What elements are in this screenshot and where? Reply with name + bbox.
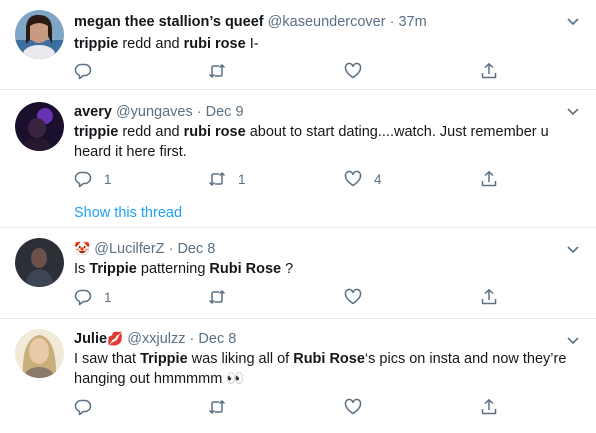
- text-bold: trippie: [74, 36, 119, 52]
- reply-button[interactable]: [74, 62, 104, 80]
- share-icon: [481, 399, 497, 415]
- retweet-icon: [208, 290, 226, 304]
- text-bold: Trippie: [89, 261, 137, 277]
- lips-icon: 💋: [107, 331, 124, 346]
- like-button[interactable]: [344, 398, 374, 416]
- handle[interactable]: @kaseundercover: [268, 14, 386, 30]
- text: redd and: [118, 36, 184, 52]
- avatar[interactable]: [15, 10, 64, 59]
- reply-icon: [74, 63, 92, 80]
- tweet-text: I saw that Trippie was liking all of Rub…: [74, 349, 580, 389]
- like-count: 4: [374, 171, 382, 187]
- share-icon: [481, 63, 497, 79]
- separator: ·: [189, 331, 195, 347]
- display-name[interactable]: avery: [74, 104, 112, 120]
- text-bold: rubi rose: [183, 36, 246, 52]
- text: redd and: [118, 124, 184, 140]
- heart-icon: [344, 288, 362, 305]
- retweet-button[interactable]: [208, 288, 238, 306]
- display-name[interactable]: megan thee stallion’s queef: [74, 14, 264, 30]
- retweet-button[interactable]: [208, 62, 238, 80]
- handle[interactable]: @xxjulzz: [127, 331, 185, 347]
- text: Is: [74, 261, 90, 277]
- reply-button[interactable]: 1: [74, 170, 112, 188]
- display-name[interactable]: Julie: [74, 331, 107, 347]
- chevron-down-icon[interactable]: [566, 104, 580, 118]
- timestamp[interactable]: Dec 8: [198, 331, 236, 347]
- tweet-actions: 1: [74, 288, 514, 308]
- text: ?: [281, 261, 294, 277]
- tweet-header: Julie💋 @xxjulzz · Dec 8: [74, 330, 236, 348]
- share-button[interactable]: [480, 170, 498, 188]
- timestamp[interactable]: Dec 8: [177, 241, 215, 257]
- text: I-: [245, 36, 259, 52]
- share-icon: [481, 171, 497, 187]
- text: was liking all of: [187, 351, 294, 367]
- text: I saw that: [74, 351, 141, 367]
- reply-count: 1: [104, 171, 112, 187]
- show-thread-link[interactable]: Show this thread: [74, 205, 182, 221]
- tweet-text: trippie redd and rubi rose about to star…: [74, 122, 580, 162]
- avatar[interactable]: [15, 238, 64, 287]
- tweet[interactable]: megan thee stallion’s queef @kaseunderco…: [0, 0, 596, 90]
- like-button[interactable]: [344, 62, 374, 80]
- share-button[interactable]: [480, 62, 498, 80]
- tweet-header: megan thee stallion’s queef @kaseunderco…: [74, 13, 427, 31]
- retweet-icon: [208, 172, 226, 186]
- chevron-down-icon[interactable]: [566, 14, 580, 28]
- reply-count: 1: [104, 289, 112, 305]
- timestamp[interactable]: 37m: [398, 14, 426, 30]
- text-bold: Trippie: [140, 351, 188, 367]
- timestamp[interactable]: Dec 9: [206, 104, 244, 120]
- tweet[interactable]: 🤡 @LucilferZ · Dec 8 Is Trippie patterni…: [0, 228, 596, 319]
- reply-button[interactable]: [74, 398, 104, 416]
- display-name[interactable]: 🤡: [74, 241, 90, 256]
- text-bold: trippie: [74, 124, 119, 140]
- text-bold: rubi rose: [183, 124, 246, 140]
- tweet[interactable]: avery @yungaves · Dec 9 trippie redd and…: [0, 90, 596, 228]
- heart-icon: [344, 62, 362, 79]
- avatar[interactable]: [15, 329, 64, 378]
- retweet-icon: [208, 64, 226, 78]
- retweet-button[interactable]: [208, 398, 238, 416]
- heart-icon: [344, 398, 362, 415]
- text: patterning: [136, 261, 210, 277]
- retweet-icon: [208, 400, 226, 414]
- retweet-button[interactable]: 1: [208, 170, 246, 188]
- text-bold: Rubi Rose: [293, 351, 365, 367]
- tweet[interactable]: Julie💋 @xxjulzz · Dec 8 I saw that Tripp…: [0, 319, 596, 433]
- handle[interactable]: @LucilferZ: [94, 241, 164, 257]
- like-button[interactable]: 4: [344, 170, 382, 188]
- tweet-actions: 1 1 4: [74, 170, 514, 190]
- like-button[interactable]: [344, 288, 374, 306]
- separator: ·: [168, 241, 174, 257]
- reply-icon: [74, 399, 92, 416]
- chevron-down-icon[interactable]: [566, 333, 580, 347]
- tweet-header: 🤡 @LucilferZ · Dec 8: [74, 240, 215, 258]
- tweet-text: trippie redd and rubi rose I-: [74, 34, 580, 54]
- tweet-header: avery @yungaves · Dec 9: [74, 103, 244, 121]
- separator: ·: [196, 104, 202, 120]
- tweet-actions: [74, 62, 514, 82]
- reply-icon: [74, 171, 92, 188]
- heart-icon: [344, 170, 362, 187]
- avatar[interactable]: [15, 102, 64, 151]
- share-button[interactable]: [480, 398, 498, 416]
- chevron-down-icon[interactable]: [566, 242, 580, 256]
- tweet-actions: [74, 398, 514, 418]
- share-button[interactable]: [480, 288, 498, 306]
- share-icon: [481, 289, 497, 305]
- reply-button[interactable]: 1: [74, 288, 112, 306]
- text-bold: Rubi Rose: [209, 261, 282, 277]
- handle[interactable]: @yungaves: [116, 104, 193, 120]
- retweet-count: 1: [238, 171, 246, 187]
- tweet-text: Is Trippie patterning Rubi Rose ?: [74, 259, 580, 279]
- separator: ·: [389, 14, 395, 30]
- reply-icon: [74, 289, 92, 306]
